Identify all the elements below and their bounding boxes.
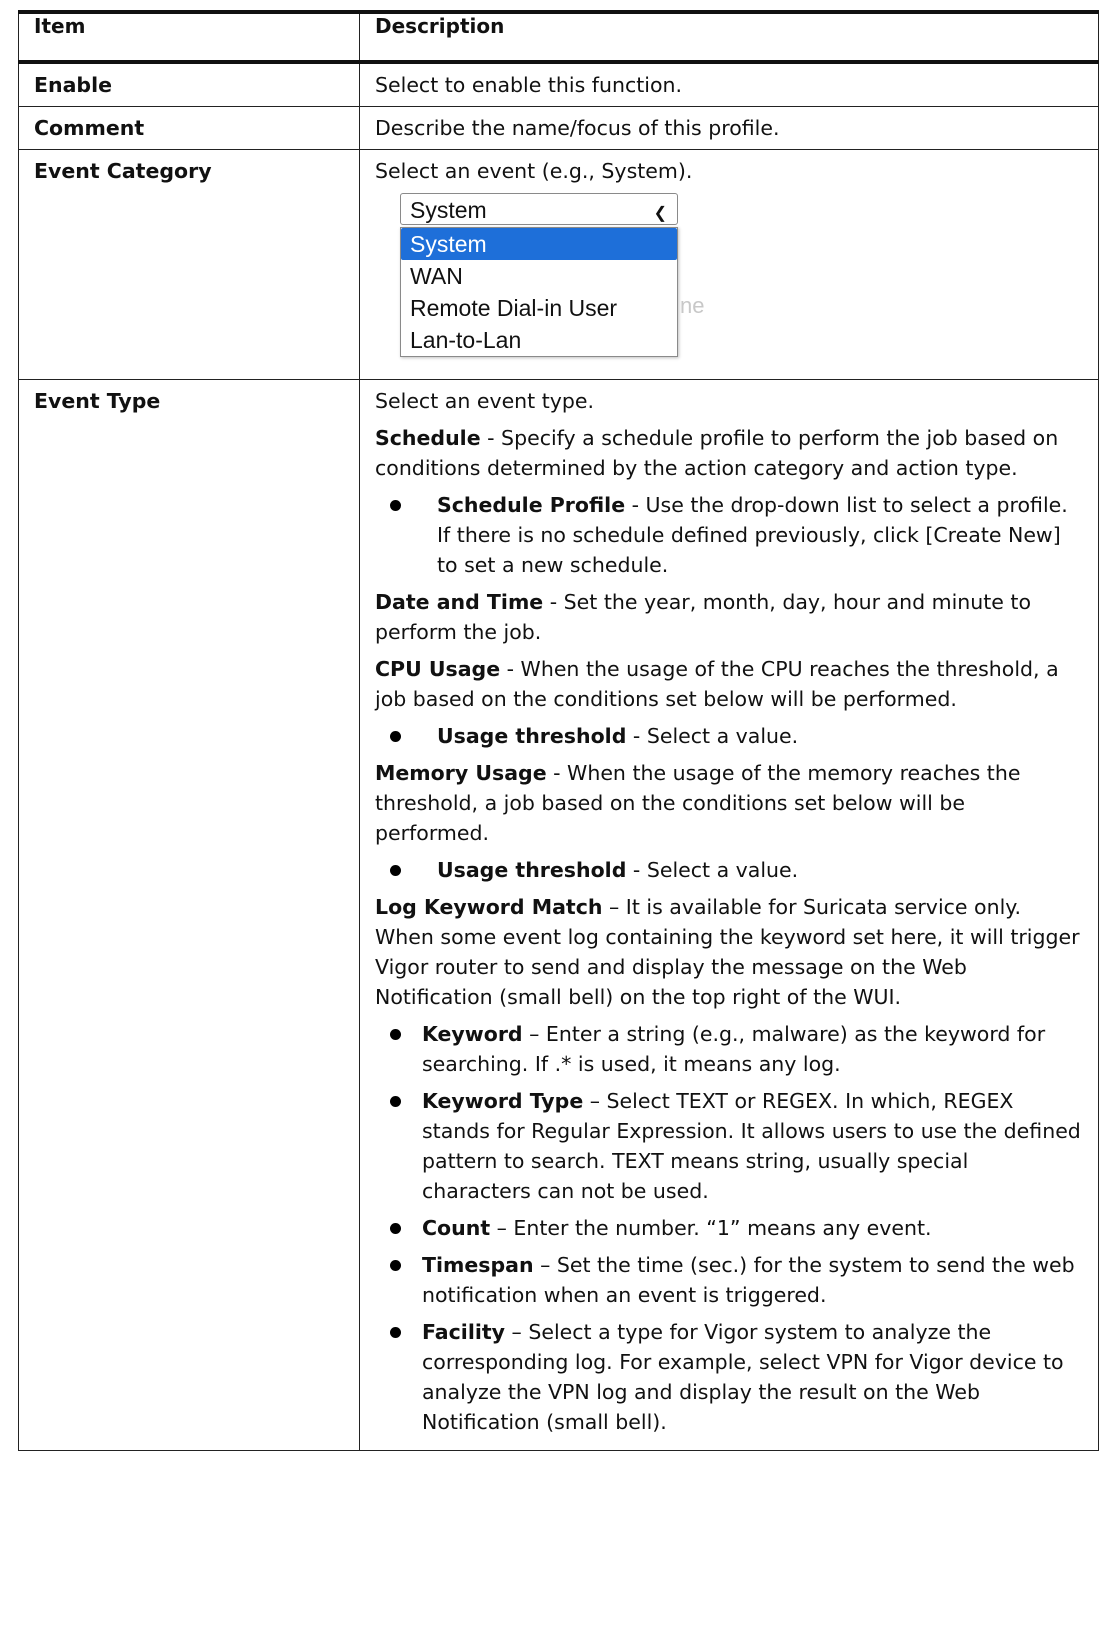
- item-enable: Enable: [18, 62, 360, 107]
- keyword-type-term: Keyword Type: [422, 1089, 584, 1113]
- schedule-paragraph: Schedule - Specify a schedule profile to…: [375, 423, 1083, 483]
- timespan-term: Timespan: [422, 1253, 534, 1277]
- event-category-dropdown-image: System ❮ System WAN Remote Dial-in User …: [375, 193, 1083, 373]
- memory-usage-term: Memory Usage: [375, 761, 547, 785]
- option-lan-to-lan: Lan-to-Lan: [410, 327, 522, 353]
- count-text: – Enter the number. “1” means any event.: [490, 1216, 932, 1240]
- cpu-threshold-term: Usage threshold: [437, 724, 627, 748]
- event-category-selected-value: System: [410, 197, 487, 223]
- option-remote-dial-in-user: Remote Dial-in User: [410, 295, 618, 321]
- item-event-type: Event Type: [18, 379, 360, 1451]
- cpu-threshold-bullet: Usage threshold - Select a value.: [375, 721, 1083, 751]
- chevron-down-icon: ❮: [653, 205, 667, 222]
- table-row-enable: Enable Select to enable this function.: [18, 62, 1099, 107]
- count-term: Count: [422, 1216, 491, 1240]
- item-event-category: Event Category: [18, 149, 360, 380]
- count-bullet: Count – Enter the number. “1” means any …: [375, 1213, 1083, 1243]
- event-settings-table: Item Description Enable Select to enable…: [18, 10, 1099, 1451]
- schedule-term: Schedule: [375, 426, 481, 450]
- date-time-term: Date and Time: [375, 590, 544, 614]
- header-item: Item: [18, 10, 360, 64]
- keyword-term: Keyword: [422, 1022, 523, 1046]
- schedule-profile-term: Schedule Profile: [437, 493, 626, 517]
- keyword-type-bullet: Keyword Type – Select TEXT or REGEX. In …: [375, 1086, 1083, 1206]
- cpu-usage-paragraph: CPU Usage - When the usage of the CPU re…: [375, 654, 1083, 714]
- option-wan: WAN: [410, 263, 463, 289]
- cpu-threshold-text: - Select a value.: [626, 724, 799, 748]
- memory-threshold-term: Usage threshold: [437, 858, 627, 882]
- item-comment: Comment: [18, 106, 360, 150]
- log-keyword-term: Log Keyword Match: [375, 895, 603, 919]
- table-row-event-type: Event Type Select an event type. Schedul…: [18, 379, 1099, 1451]
- facility-text: – Select a type for Vigor system to anal…: [422, 1320, 1064, 1434]
- schedule-profile-bullet: Schedule Profile - Use the drop-down lis…: [375, 490, 1083, 580]
- bullet-icon: [390, 1327, 401, 1338]
- table-header-row: Item Description: [18, 10, 1099, 64]
- desc-comment: Describe the name/focus of this profile.: [359, 106, 1099, 150]
- bullet-icon: [390, 500, 401, 511]
- memory-usage-paragraph: Memory Usage - When the usage of the mem…: [375, 758, 1083, 848]
- log-keyword-paragraph: Log Keyword Match – It is available for …: [375, 892, 1083, 1012]
- obscured-background-text: ne: [680, 293, 705, 318]
- bullet-icon: [390, 731, 401, 742]
- bullet-icon: [390, 865, 401, 876]
- facility-bullet: Facility – Select a type for Vigor syste…: [375, 1317, 1083, 1437]
- facility-term: Facility: [422, 1320, 506, 1344]
- option-system: System: [401, 228, 677, 260]
- event-category-options-list: System WAN Remote Dial-in User Lan-to-La…: [400, 227, 678, 357]
- cpu-usage-term: CPU Usage: [375, 657, 501, 681]
- timespan-bullet: Timespan – Set the time (sec.) for the s…: [375, 1250, 1083, 1310]
- desc-enable: Select to enable this function.: [359, 62, 1099, 107]
- event-type-intro: Select an event type.: [375, 389, 595, 413]
- memory-bullets: Usage threshold - Select a value.: [375, 855, 1083, 885]
- bullet-icon: [390, 1260, 401, 1271]
- table-row-comment: Comment Describe the name/focus of this …: [18, 106, 1099, 150]
- date-time-paragraph: Date and Time - Set the year, month, day…: [375, 587, 1083, 647]
- memory-threshold-bullet: Usage threshold - Select a value.: [375, 855, 1083, 885]
- desc-event-type: Select an event type. Schedule - Specify…: [359, 379, 1099, 1451]
- bullet-icon: [390, 1029, 401, 1040]
- event-category-select: System ❮: [400, 193, 678, 225]
- header-description: Description: [359, 10, 1099, 64]
- log-keyword-bullets: Keyword – Enter a string (e.g., malware)…: [375, 1019, 1083, 1437]
- desc-event-category-text: Select an event (e.g., System).: [375, 159, 693, 183]
- memory-threshold-text: - Select a value.: [626, 858, 799, 882]
- bullet-icon: [390, 1096, 401, 1107]
- desc-event-category: Select an event (e.g., System). System ❮…: [359, 149, 1099, 380]
- keyword-bullet: Keyword – Enter a string (e.g., malware)…: [375, 1019, 1083, 1079]
- table-row-event-category: Event Category Select an event (e.g., Sy…: [18, 149, 1099, 380]
- cpu-bullets: Usage threshold - Select a value.: [375, 721, 1083, 751]
- bullet-icon: [390, 1223, 401, 1234]
- schedule-bullets: Schedule Profile - Use the drop-down lis…: [375, 490, 1083, 580]
